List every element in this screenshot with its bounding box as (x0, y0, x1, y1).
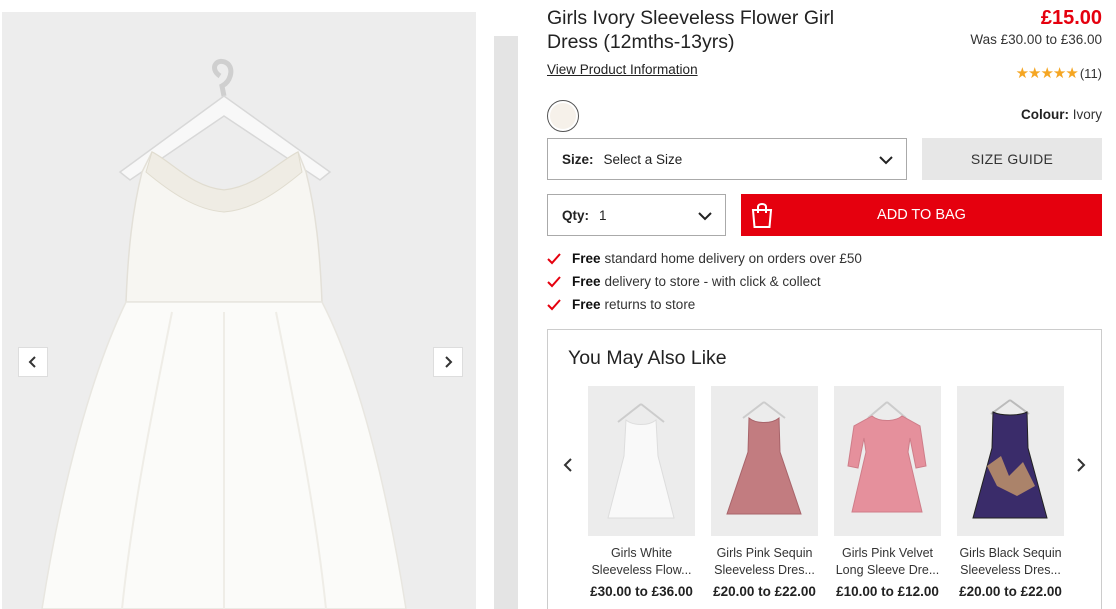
chevron-left-icon (28, 356, 36, 368)
recommendation-name[interactable]: Girls White Sleeveless Flow... (588, 545, 695, 579)
recommendation-image[interactable] (588, 386, 695, 536)
recommendation-card[interactable]: Girls White Sleeveless Flow... £30.00 to… (588, 386, 695, 599)
checkmark-icon (547, 298, 561, 310)
recommendation-price: £20.00 to £22.00 (959, 584, 1062, 599)
recommendation-card[interactable]: Girls Pink Sequin Sleeveless Dres... £20… (711, 386, 818, 599)
recommendation-price: £10.00 to £12.00 (836, 584, 939, 599)
view-product-information-link[interactable]: View Product Information (547, 62, 698, 77)
size-value: Select a Size (603, 151, 683, 167)
usp-text: returns to store (604, 297, 696, 312)
quantity-select[interactable]: Qty: 1 (547, 194, 726, 236)
recommendation-name[interactable]: Girls Pink Velvet Long Sleeve Dre... (834, 545, 941, 579)
current-price: £15.00 (1040, 7, 1102, 29)
add-to-bag-button[interactable]: ADD TO BAG (741, 194, 1102, 236)
usp-text: standard home delivery on orders over £5… (604, 251, 862, 266)
usp-store-delivery: Free delivery to store - with click & co… (547, 274, 821, 289)
recommendation-name[interactable]: Girls Black Sequin Sleeveless Dres... (957, 545, 1064, 579)
usp-returns: Free returns to store (547, 297, 695, 312)
gallery-next-button[interactable] (433, 347, 463, 377)
chevron-right-icon[interactable] (1071, 455, 1091, 475)
qty-value: 1 (599, 207, 607, 223)
name-line-2: Long Sleeve Dre... (835, 563, 940, 577)
name-line-2: Sleeveless Flow... (591, 563, 692, 577)
gallery-prev-button[interactable] (18, 347, 48, 377)
recommendation-image[interactable] (711, 386, 818, 536)
swatch-fill (550, 103, 576, 129)
was-price: Was £30.00 to £36.00 (970, 32, 1102, 47)
product-image (41, 58, 407, 609)
name-line-1: Girls Pink Sequin (716, 546, 813, 560)
recommendation-card[interactable]: Girls Pink Velvet Long Sleeve Dre... £10… (834, 386, 941, 599)
chevron-down-icon (698, 212, 712, 221)
recommendation-card[interactable]: Girls Black Sequin Sleeveless Dres... £2… (957, 386, 1064, 599)
usp-text: delivery to store - with click & collect (604, 274, 821, 289)
colour-label: Colour: (1020, 107, 1069, 122)
recommendations-panel: You May Also Like Girls White Sleeveless… (547, 329, 1102, 609)
name-line-1: Girls White (610, 546, 673, 560)
size-guide-button[interactable]: SIZE GUIDE (922, 138, 1102, 180)
usp-home-delivery: Free standard home delivery on orders ov… (547, 251, 862, 266)
colour-swatch-ivory[interactable] (547, 100, 579, 132)
shopping-bag-icon (751, 203, 773, 228)
checkmark-icon (547, 275, 561, 287)
price-block: £15.00 Was £30.00 to £36.00 (970, 6, 1102, 47)
recommendation-price: £20.00 to £22.00 (713, 584, 816, 599)
chevron-down-icon (879, 156, 893, 165)
product-title: Girls Ivory Sleeveless Flower Girl Dress… (547, 7, 835, 53)
add-to-bag-label: ADD TO BAG (877, 207, 966, 223)
qty-label: Qty: (562, 207, 589, 223)
chevron-left-icon[interactable] (558, 455, 578, 475)
recommendation-image[interactable] (834, 386, 941, 536)
chevron-right-icon (445, 356, 453, 368)
usp-bold: Free (572, 251, 601, 266)
star-rating-icon: ★★★★★ (1015, 65, 1079, 82)
rating[interactable]: ★★★★★ (11) (1016, 64, 1102, 82)
size-label: Size: (562, 151, 594, 167)
name-line-1: Girls Pink Velvet (841, 546, 933, 560)
review-count: (11) (1079, 65, 1102, 81)
recommendation-price: £30.00 to £36.00 (590, 584, 693, 599)
usp-bold: Free (572, 274, 601, 289)
recommendation-name[interactable]: Girls Pink Sequin Sleeveless Dres... (711, 545, 818, 579)
recommendation-image[interactable] (957, 386, 1064, 536)
size-select[interactable]: Size: Select a Size (547, 138, 907, 180)
colour-value: Ivory (1072, 107, 1102, 122)
product-image-gallery (2, 12, 476, 609)
colour-indicator: Colour: Ivory (1021, 107, 1102, 122)
recommendations-heading: You May Also Like (568, 347, 727, 369)
name-line-2: Sleeveless Dres... (960, 563, 1061, 577)
gallery-thumbnail-strip[interactable] (494, 36, 518, 609)
name-line-1: Girls Black Sequin (959, 546, 1062, 560)
checkmark-icon (547, 252, 561, 264)
name-line-2: Sleeveless Dres... (714, 563, 815, 577)
usp-bold: Free (572, 297, 601, 312)
